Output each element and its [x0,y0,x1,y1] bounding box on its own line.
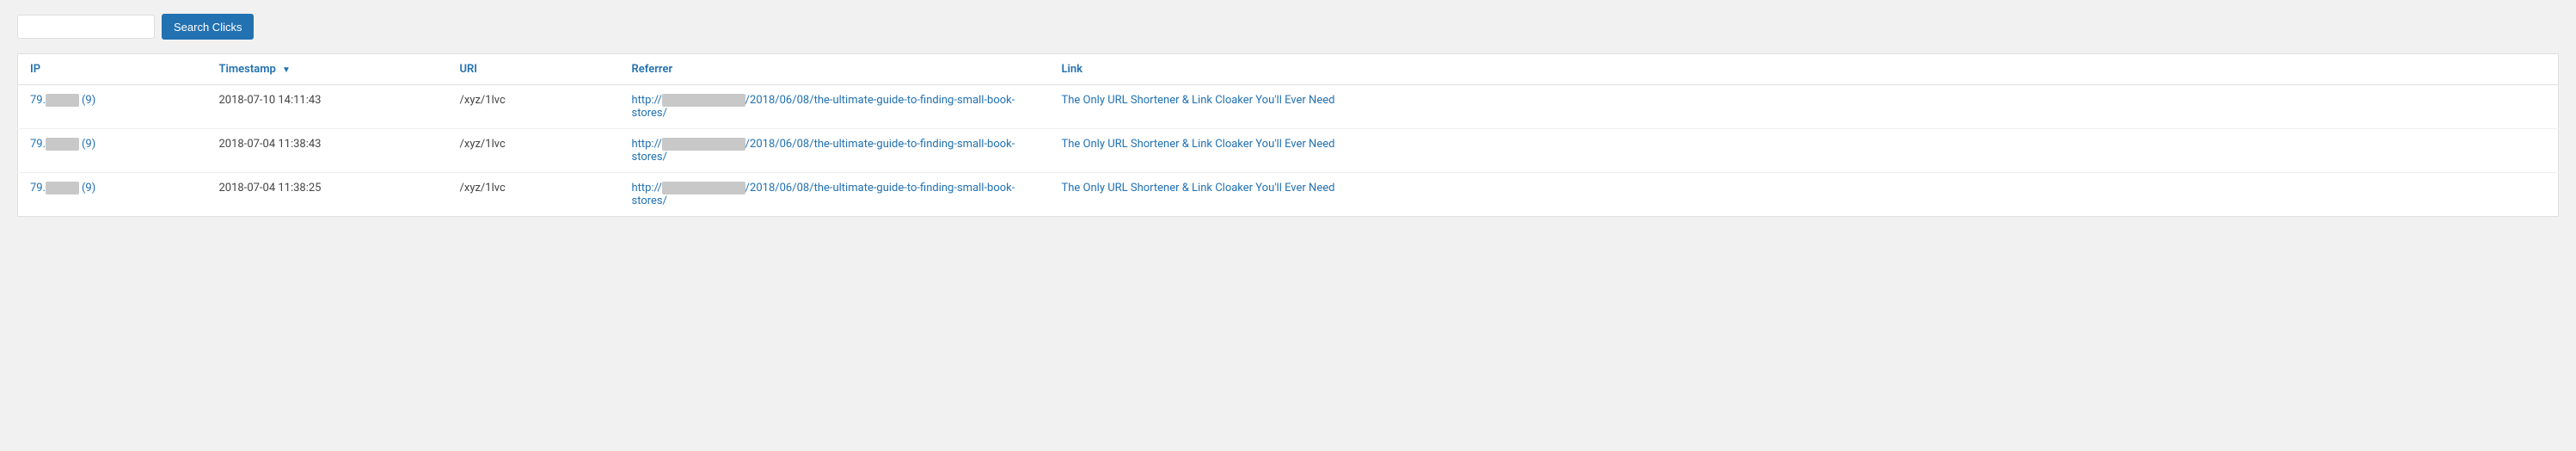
cell-referrer-2: http:// /2018/06/08/the-ultimate-guide-t… [620,129,1050,173]
ip-blurred-3 [46,182,79,195]
table-row: 79. (9) 2018-07-10 14:11:43 /xyz/1lvc ht… [18,85,2559,129]
cell-referrer-3: http:// /2018/06/08/the-ultimate-guide-t… [620,173,1050,217]
cell-referrer-1: http:// /2018/06/08/the-ultimate-guide-t… [620,85,1050,129]
table-header-row: IP Timestamp ▼ URI Referrer Link [18,54,2559,85]
search-clicks-button[interactable]: Search Clicks [162,14,254,40]
ip-blurred-1 [46,94,79,107]
clicks-table: IP Timestamp ▼ URI Referrer Link [17,53,2559,217]
col-header-link[interactable]: Link [1050,54,2559,85]
cell-link-2: The Only URL Shortener & Link Cloaker Yo… [1050,129,2559,173]
link-text-2[interactable]: The Only URL Shortener & Link Cloaker Yo… [1062,138,1335,151]
cell-ip-2: 79. (9) [18,129,207,173]
ip-blurred-2 [46,138,79,151]
cell-timestamp-1: 2018-07-10 14:11:43 [207,85,448,129]
ip-link-2[interactable]: 79. (9) [30,138,95,151]
cell-uri-2: /xyz/1lvc [448,129,620,173]
page-wrapper: Search Clicks IP Timestamp ▼ URI Referre… [0,0,2576,451]
cell-timestamp-2: 2018-07-04 11:38:43 [207,129,448,173]
link-text-1[interactable]: The Only URL Shortener & Link Cloaker Yo… [1062,94,1335,107]
referrer-link-3[interactable]: http:// /2018/06/08/the-ultimate-guide-t… [632,182,1015,207]
table-row: 79. (9) 2018-07-04 11:38:43 /xyz/1lvc ht… [18,129,2559,173]
ip-link-3[interactable]: 79. (9) [30,182,95,195]
referrer-blurred-1 [662,94,745,107]
col-header-timestamp[interactable]: Timestamp ▼ [207,54,448,85]
cell-uri-1: /xyz/1lvc [448,85,620,129]
cell-ip-3: 79. (9) [18,173,207,217]
referrer-link-2[interactable]: http:// /2018/06/08/the-ultimate-guide-t… [632,138,1015,164]
col-header-referrer[interactable]: Referrer [620,54,1050,85]
referrer-blurred-3 [662,182,745,195]
link-text-3[interactable]: The Only URL Shortener & Link Cloaker Yo… [1062,182,1335,195]
ip-link-1[interactable]: 79. (9) [30,94,95,107]
referrer-link-1[interactable]: http:// /2018/06/08/the-ultimate-guide-t… [632,94,1015,120]
cell-uri-3: /xyz/1lvc [448,173,620,217]
search-input[interactable] [17,15,155,39]
cell-link-1: The Only URL Shortener & Link Cloaker Yo… [1050,85,2559,129]
col-header-ip[interactable]: IP [18,54,207,85]
sort-arrow-timestamp: ▼ [282,65,291,75]
cell-timestamp-3: 2018-07-04 11:38:25 [207,173,448,217]
cell-link-3: The Only URL Shortener & Link Cloaker Yo… [1050,173,2559,217]
search-bar: Search Clicks [17,14,2559,40]
col-header-uri[interactable]: URI [448,54,620,85]
referrer-blurred-2 [662,138,745,151]
table-row: 79. (9) 2018-07-04 11:38:25 /xyz/1lvc ht… [18,173,2559,217]
cell-ip-1: 79. (9) [18,85,207,129]
